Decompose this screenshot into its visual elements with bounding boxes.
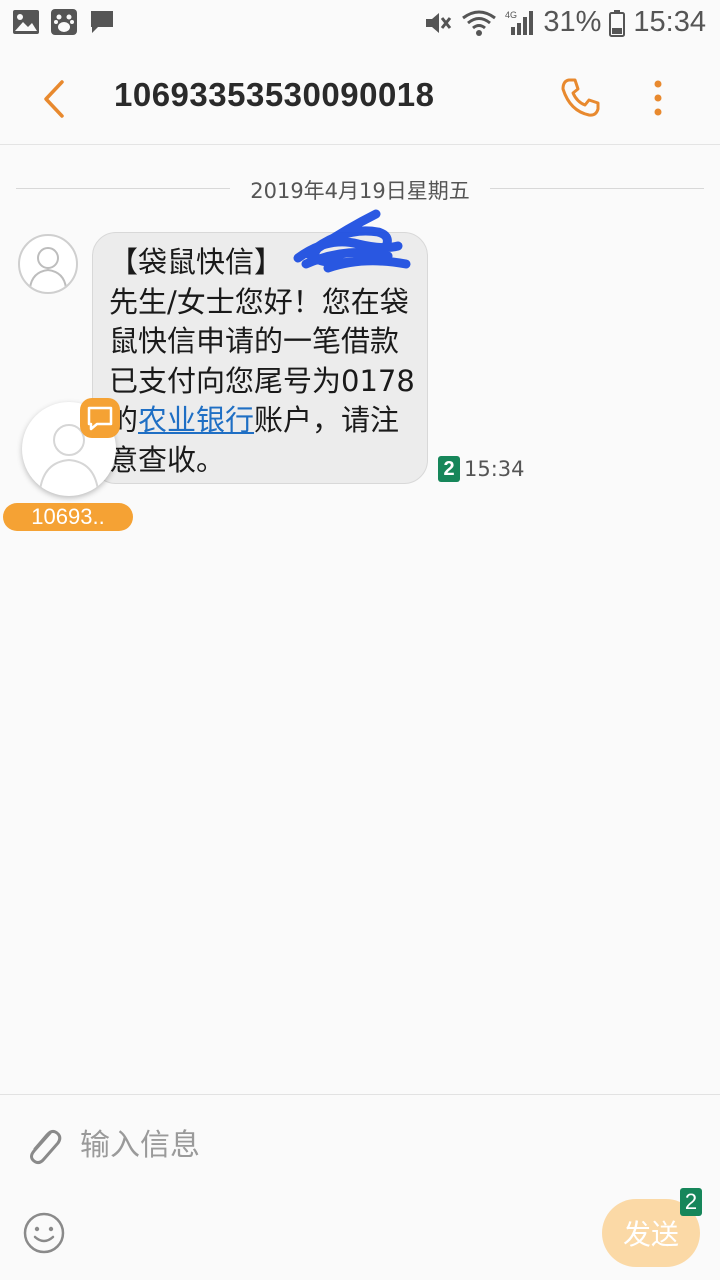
message-time: 15:34 bbox=[464, 457, 525, 481]
conversation-date: 2019年4月19日星期五 bbox=[250, 179, 470, 203]
sim-badge: 2 bbox=[438, 456, 460, 482]
baidu-icon bbox=[51, 9, 77, 35]
more-vert-icon[interactable] bbox=[640, 74, 676, 122]
chat-head-label[interactable]: 10693.. bbox=[3, 503, 133, 531]
emoji-icon[interactable] bbox=[22, 1211, 66, 1255]
battery-icon bbox=[609, 9, 626, 37]
sender-avatar[interactable] bbox=[18, 234, 78, 294]
paperclip-icon[interactable] bbox=[20, 1121, 68, 1169]
chat-badge[interactable] bbox=[80, 398, 120, 438]
chevron-left-icon[interactable] bbox=[30, 74, 80, 124]
status-notifications bbox=[12, 8, 116, 36]
battery-percent: 31% bbox=[543, 6, 602, 38]
messages-screen: 4G 31% 15:34 10693353530090018 2019年4月19… bbox=[0, 0, 720, 1280]
chat-icon bbox=[87, 406, 113, 431]
signal-icon: 4G bbox=[505, 10, 534, 35]
status-bar: 4G 31% 15:34 bbox=[0, 0, 720, 50]
message-notification-icon bbox=[91, 11, 113, 33]
conversation-title: 10693353530090018 bbox=[114, 76, 435, 113]
status-time: 15:34 bbox=[633, 6, 706, 38]
message-input[interactable] bbox=[80, 1123, 560, 1167]
divider-line-right bbox=[490, 188, 704, 189]
date-divider: 2019年4月19日星期五 bbox=[16, 174, 704, 204]
conversation-header: 10693353530090018 bbox=[0, 50, 720, 145]
person-icon bbox=[29, 247, 67, 289]
phone-icon[interactable] bbox=[556, 74, 604, 122]
status-system: 4G 31% 15:34 bbox=[423, 6, 706, 39]
wifi-icon bbox=[462, 10, 497, 36]
gallery-icon bbox=[13, 10, 39, 34]
send-sim-badge[interactable]: 2 bbox=[680, 1188, 702, 1216]
message-meta: 2 15:34 bbox=[438, 456, 525, 482]
message-composer: 发送 bbox=[0, 1094, 720, 1280]
mute-icon bbox=[426, 12, 452, 33]
svg-text:4G: 4G bbox=[505, 10, 517, 20]
bank-link[interactable]: 农业银行 bbox=[138, 403, 254, 437]
message-prefix: 【袋鼠快信】 bbox=[109, 245, 284, 279]
redaction-scribble bbox=[293, 209, 411, 273]
